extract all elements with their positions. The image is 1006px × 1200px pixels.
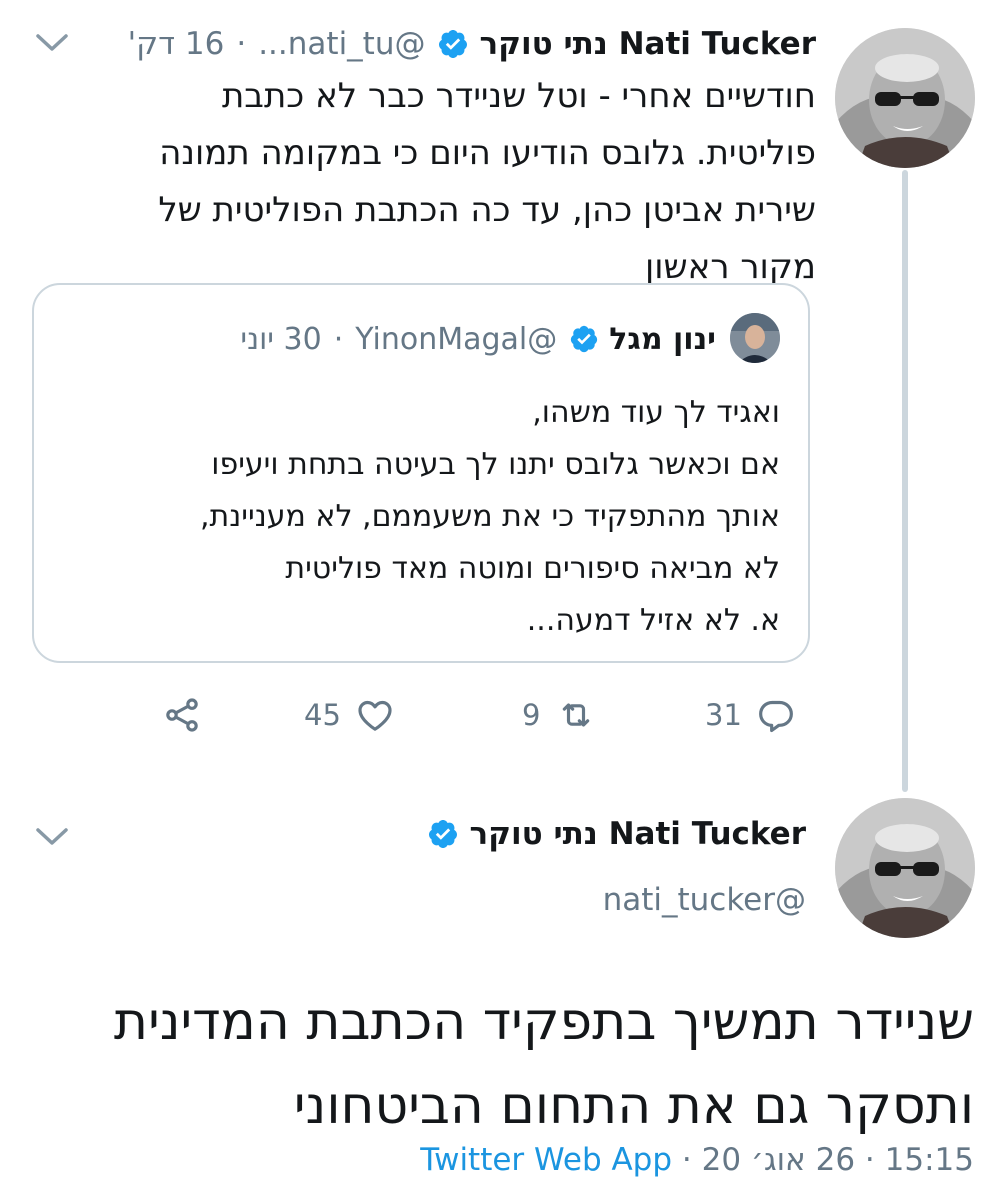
reply-count: 31	[705, 698, 742, 732]
like-button[interactable]: 45	[304, 692, 395, 738]
like-icon	[358, 700, 392, 731]
retweet-button[interactable]: 9	[522, 692, 596, 738]
thread-line	[902, 170, 908, 792]
tweet-text-line: חודשיים אחרי - וטל שניידר כבר לא כתבת	[221, 76, 816, 116]
separator-dot: ·	[333, 321, 344, 357]
verified-badge-icon	[569, 324, 599, 354]
separator-dot: ·	[672, 1142, 692, 1178]
like-count: 45	[304, 698, 341, 732]
source-app-link[interactable]: Twitter Web App	[420, 1142, 672, 1178]
timestamp[interactable]: 16 דק'	[128, 26, 225, 62]
chevron-down-icon[interactable]	[34, 824, 70, 848]
quote-header: ינון מגל @YinonMagal · 30 יוני	[240, 319, 716, 359]
quote-avatar	[730, 313, 780, 363]
quote-display-name: ינון מגל	[609, 321, 716, 357]
quote-date: 30 יוני	[240, 321, 322, 357]
tweet-text-line: שניידר תמשיך בתפקיד הכתבת המדינית	[113, 992, 974, 1052]
share-button[interactable]	[162, 692, 202, 738]
verified-badge-icon	[427, 818, 459, 850]
tweet-text: חודשיים אחרי - וטל שניידר כבר לא כתבת פו…	[56, 68, 816, 296]
chevron-down-icon[interactable]	[34, 30, 70, 54]
display-name[interactable]: Nati Tucker נתי טוקר	[479, 26, 816, 62]
quote-text-line: אם וכאשר גלובס יתנו לך בעיטה בתחת ויעיפו	[211, 447, 780, 482]
tweet-date[interactable]: 26 אוג׳ 20	[702, 1142, 855, 1178]
quote-text-line: אותך מהתפקיד כי את משעממם, לא מעניינת,	[200, 499, 780, 534]
tweet-meta: 15:15 · 26 אוג׳ 20 · Twitter Web App	[420, 1142, 974, 1178]
reply-icon	[758, 700, 793, 733]
avatar[interactable]	[835, 28, 975, 168]
tweet-header: Nati Tucker נתי טוקר	[415, 814, 806, 854]
tweet-text-line: שירית אביטן כהן, עד כה הכתבת הפוליטית של	[158, 190, 816, 230]
share-icon	[166, 698, 198, 732]
quote-text-line: ואגיד לך עוד משהו,	[532, 395, 780, 430]
quote-handle: @YinonMagal	[355, 321, 558, 357]
handle[interactable]: @nati_tu...	[258, 26, 425, 62]
tweet-time[interactable]: 15:15	[885, 1142, 974, 1178]
display-name[interactable]: Nati Tucker נתי טוקר	[469, 816, 806, 852]
quote-text-line: א. לא אזיל דמעה...	[526, 603, 780, 638]
quote-text-line: לא מביאה סיפורים ומוטה מאד פוליטית	[285, 551, 780, 586]
tweet-header: Nati Tucker נתי טוקר @nati_tu... · 16 דק…	[128, 24, 816, 64]
handle[interactable]: @nati_tucker	[603, 882, 806, 918]
retweet-icon	[563, 703, 590, 727]
tweet-text: שניידר תמשיך בתפקיד הכתבת המדינית ותסקר …	[14, 980, 974, 1148]
tweet-text-line: ותסקר גם את התחום הביטחוני	[293, 1076, 974, 1136]
verified-badge-icon	[437, 28, 469, 60]
separator-dot: ·	[855, 1142, 875, 1178]
tweet-text-line: פוליטית. גלובס הודיעו היום כי במקומה תמו…	[159, 133, 816, 173]
retweet-count: 9	[522, 698, 541, 732]
reply-button[interactable]: 31	[705, 692, 796, 738]
quoted-tweet-card[interactable]: ינון מגל @YinonMagal · 30 יוני ואגיד לך …	[32, 283, 810, 663]
handle-row: @nati_tucker	[603, 880, 806, 920]
avatar[interactable]	[835, 798, 975, 938]
quote-text: ואגיד לך עוד משהו, אם וכאשר גלובס יתנו ל…	[60, 387, 780, 647]
separator-dot: ·	[236, 26, 247, 62]
